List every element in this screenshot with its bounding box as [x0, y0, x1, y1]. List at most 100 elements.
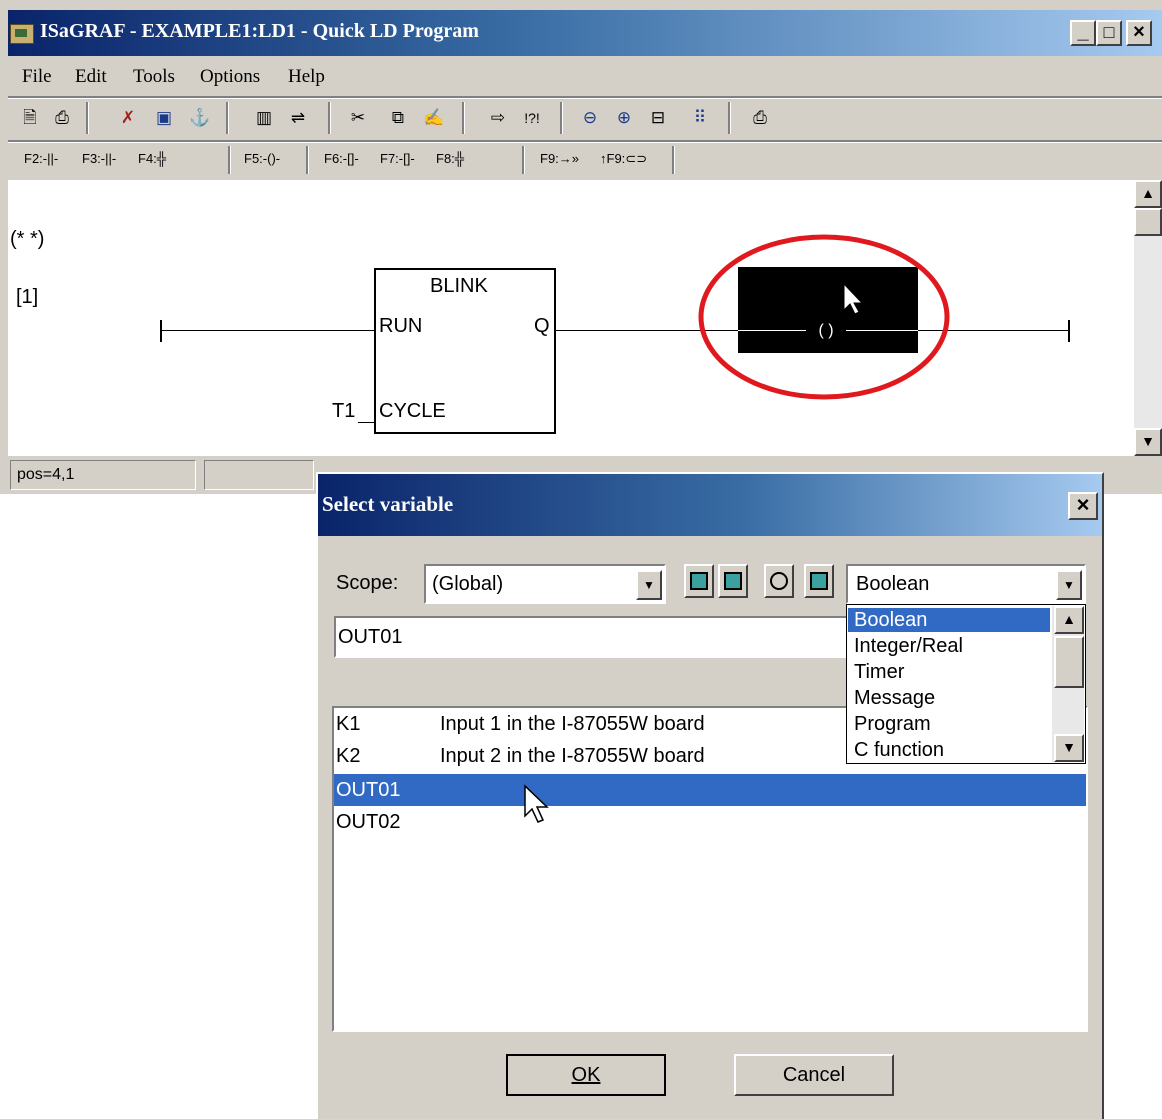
- block-series-icon: -[]-: [398, 151, 415, 166]
- close-button[interactable]: ×: [1126, 20, 1152, 46]
- menu-options[interactable]: Options: [200, 66, 260, 88]
- type-option[interactable]: C function: [852, 737, 1050, 763]
- coil-icon: -()-: [262, 151, 281, 166]
- scroll-down-icon[interactable]: ▼: [1134, 428, 1162, 456]
- analog-filter-button[interactable]: [718, 564, 748, 598]
- cut-variable-icon[interactable]: ✗: [114, 104, 142, 132]
- cancel-label: Cancel: [782, 1064, 846, 1086]
- grid-icon[interactable]: ⠿: [686, 104, 714, 132]
- boolean-filter-button[interactable]: [684, 564, 714, 598]
- f3-label: F3:: [82, 151, 101, 166]
- variable-name[interactable]: OUT02: [336, 806, 400, 838]
- contact-icon: -||-: [42, 151, 59, 166]
- connect-icon[interactable]: ⚓: [186, 104, 214, 132]
- shift-f9-label: ↑F9:: [600, 151, 626, 166]
- scissors-icon[interactable]: ✂: [344, 104, 372, 132]
- selected-list-row[interactable]: [334, 774, 1086, 806]
- menu-bar: [8, 60, 1162, 96]
- f7-label: F7:: [380, 151, 399, 166]
- scroll-up-icon[interactable]: ▲: [1134, 180, 1162, 208]
- ok-label: OK: [571, 1064, 601, 1086]
- goto-icon[interactable]: ⇨: [484, 104, 512, 132]
- type-option[interactable]: Boolean: [852, 607, 1050, 633]
- f8-block-button[interactable]: F8:╬: [436, 151, 464, 166]
- ladder-editor-area[interactable]: [8, 180, 1134, 456]
- f3-contact-button[interactable]: F3:-||-: [82, 151, 116, 166]
- return-icon: ⊂⊃: [625, 151, 648, 166]
- f7-block-button[interactable]: F7:-[]-: [380, 151, 415, 166]
- find-icon[interactable]: !?!: [518, 104, 546, 132]
- link-icon[interactable]: ⇌: [284, 104, 312, 132]
- toolbar-separator: [328, 102, 331, 134]
- print-icon[interactable]: ⎙: [746, 104, 774, 132]
- variable-comment: Input 1 in the I-87055W board: [440, 713, 705, 735]
- f2-contact-button[interactable]: F2:-||-: [24, 151, 58, 166]
- timer-filter-button[interactable]: [764, 564, 794, 598]
- message-filter-button[interactable]: [804, 564, 834, 598]
- status-position: pos=4,1: [10, 460, 196, 490]
- f9-jump-button[interactable]: F9:→»: [540, 151, 579, 166]
- f8-label: F8:: [436, 151, 455, 166]
- dropdown-scroll-thumb[interactable]: [1054, 636, 1084, 688]
- type-option[interactable]: Timer: [852, 659, 1050, 685]
- type-option[interactable]: Program: [852, 711, 1050, 737]
- new-doc-icon[interactable]: 🗎: [16, 104, 44, 132]
- dropdown-scroll-down-icon[interactable]: ▼: [1054, 734, 1084, 762]
- type-option[interactable]: Integer/Real: [852, 633, 1050, 659]
- f4-contact-button[interactable]: F4:╬: [138, 151, 166, 166]
- toolbar-separator: [560, 102, 563, 134]
- isagraf-app-icon[interactable]: [10, 24, 34, 44]
- fit-icon[interactable]: ⊟: [644, 104, 672, 132]
- shift-f9-button[interactable]: ↑F9:⊂⊃: [600, 151, 647, 167]
- left-power-rail: [160, 320, 162, 342]
- ok-button[interactable]: OK: [506, 1054, 666, 1096]
- cancel-button[interactable]: Cancel: [734, 1054, 894, 1096]
- scope-label: Scope:: [336, 572, 399, 594]
- f5-coil-button[interactable]: F5:-()-: [244, 151, 280, 166]
- variable-comment: Input 2 in the I-87055W board: [440, 745, 705, 767]
- dialog-close-button[interactable]: ×: [1068, 492, 1098, 520]
- variable-name[interactable]: K1: [336, 708, 360, 740]
- variable-name[interactable]: OUT01: [336, 774, 400, 806]
- fkey-toolbar: [8, 143, 1162, 177]
- f9-label: F9:: [540, 151, 559, 166]
- menu-edit[interactable]: Edit: [75, 66, 107, 88]
- rung-label: [1]: [16, 286, 39, 308]
- menu-file[interactable]: File: [22, 66, 52, 88]
- variable-name[interactable]: K2: [336, 740, 360, 772]
- fkey-separator: [306, 146, 309, 174]
- block-name: BLINK: [430, 275, 488, 297]
- rung-comment[interactable]: (* *): [10, 228, 44, 251]
- zoom-out-icon[interactable]: ⊖: [576, 104, 604, 132]
- maximize-button[interactable]: □: [1096, 20, 1122, 46]
- scope-select[interactable]: (Global): [424, 564, 666, 604]
- minimize-button[interactable]: _: [1070, 20, 1096, 46]
- variable-name-input[interactable]: OUT01: [334, 616, 850, 658]
- print-preview-icon[interactable]: ⎙: [48, 104, 76, 132]
- input-cycle-label: CYCLE: [379, 400, 446, 422]
- zoom-in-icon[interactable]: ⊕: [610, 104, 638, 132]
- library-icon[interactable]: ▥: [250, 104, 278, 132]
- dictionary-icon[interactable]: ▣: [150, 104, 178, 132]
- dropdown-scroll-up-icon[interactable]: ▲: [1054, 606, 1084, 634]
- scope-dropdown-icon[interactable]: ▼: [636, 570, 662, 600]
- scroll-thumb[interactable]: [1134, 208, 1162, 236]
- output-q-label: Q: [534, 315, 550, 337]
- cycle-variable[interactable]: T1: [332, 400, 355, 423]
- input-run-label: RUN: [379, 315, 423, 337]
- menu-help[interactable]: Help: [288, 66, 325, 88]
- f6-block-button[interactable]: F6:-[]-: [324, 151, 359, 166]
- rung-wire-left: [160, 330, 374, 331]
- type-option[interactable]: Message: [852, 685, 1050, 711]
- type-select[interactable]: Boolean: [846, 564, 1086, 604]
- type-dropdown-icon[interactable]: ▼: [1056, 570, 1082, 600]
- toolbar-separator: [226, 102, 229, 134]
- toolbar-separator: [86, 102, 89, 134]
- dialog-title: Select variable: [322, 492, 454, 516]
- paste-icon[interactable]: ✍: [420, 104, 448, 132]
- contact-parallel-icon: -||-: [100, 151, 117, 166]
- menu-tools[interactable]: Tools: [133, 66, 175, 88]
- mouse-cursor-icon: [524, 784, 549, 823]
- toolbar-separator: [462, 102, 465, 134]
- copy-icon[interactable]: ⧉: [384, 104, 412, 132]
